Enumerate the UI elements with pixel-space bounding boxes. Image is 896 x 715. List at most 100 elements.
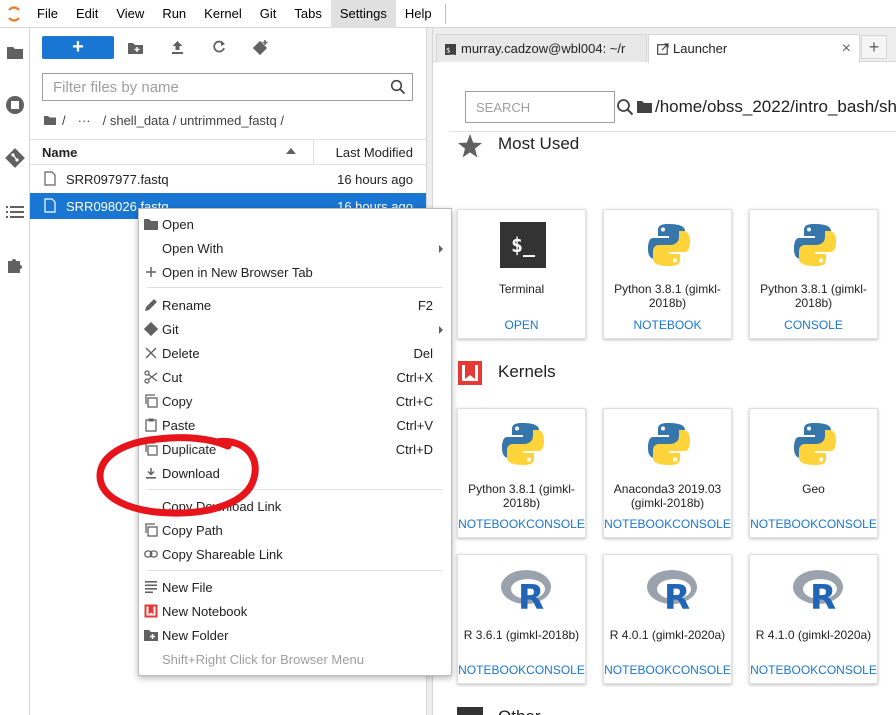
menu-item-open-new-tab[interactable]: Open in New Browser Tab — [139, 260, 451, 284]
launcher-card-kernel[interactable]: Python 3.8.1 (gimkl-2018b) NOTEBOOK CONS… — [457, 408, 586, 538]
menu-item-copy-shareable-link[interactable]: Copy Shareable Link — [139, 542, 451, 566]
name-column-header[interactable]: Name — [42, 145, 77, 160]
menu-item-copy-path[interactable]: Copy Path — [139, 518, 451, 542]
card-action-notebook[interactable]: NOTEBOOK — [750, 663, 818, 677]
menu-item-copy-download-link[interactable]: Copy Download Link — [139, 494, 451, 518]
card-action-notebook[interactable]: NOTEBOOK — [458, 517, 526, 531]
menu-kernel[interactable]: Kernel — [195, 0, 251, 28]
menu-item-cut[interactable]: Cut Ctrl+X — [139, 365, 451, 389]
launcher-search-box[interactable] — [465, 91, 615, 123]
git-clone-icon[interactable] — [252, 38, 270, 56]
card-action-console[interactable]: CONSOLE — [672, 517, 731, 531]
submenu-arrow-icon — [439, 245, 443, 253]
menu-edit[interactable]: Edit — [67, 0, 107, 28]
tab-terminal[interactable]: $_ murray.cadzow@wbl004: ~/r — [436, 34, 647, 62]
breadcrumb-path[interactable]: / shell_data / untrimmed_fastq / — [103, 113, 284, 128]
filter-files-input[interactable] — [51, 74, 381, 100]
menu-help[interactable]: Help — [396, 0, 441, 28]
filter-files-input-box[interactable] — [42, 73, 413, 101]
menu-item-open-with[interactable]: Open With — [139, 236, 451, 260]
sort-ascending-icon[interactable] — [286, 148, 296, 154]
running-icon[interactable] — [3, 93, 27, 117]
menu-item-rename[interactable]: Rename F2 — [139, 293, 451, 317]
column-divider[interactable] — [313, 140, 314, 165]
menu-item-open[interactable]: Open — [139, 212, 451, 236]
card-action-console[interactable]: CONSOLE — [750, 318, 877, 332]
refresh-icon[interactable] — [210, 38, 228, 56]
card-action-notebook[interactable]: NOTEBOOK — [604, 517, 672, 531]
launcher-search-input[interactable] — [474, 92, 614, 122]
card-label: Geo — [802, 482, 825, 496]
menu-item-new-notebook[interactable]: New Notebook — [139, 599, 451, 623]
main-area: $_ murray.cadzow@wbl004: ~/r Launcher × … — [433, 28, 896, 715]
menu-view[interactable]: View — [107, 0, 153, 28]
breadcrumb-ellipsis[interactable]: ··· — [78, 113, 91, 128]
menu-item-label: New Folder — [162, 628, 229, 643]
tab-label: Launcher — [673, 41, 728, 56]
menu-item-duplicate[interactable]: Duplicate Ctrl+D — [139, 437, 451, 461]
add-tab-button[interactable]: + — [861, 35, 887, 59]
terminal-tab-icon: $_ — [445, 43, 456, 58]
menu-git[interactable]: Git — [251, 0, 286, 28]
toc-icon[interactable] — [3, 200, 27, 224]
python-logo-icon — [500, 421, 546, 467]
menu-item-new-folder[interactable]: New Folder — [139, 623, 451, 647]
text-file-icon — [144, 580, 158, 594]
launcher-card-kernel[interactable]: R R 4.1.0 (gimkl-2020a) NOTEBOOK CONSOLE — [749, 554, 878, 684]
menu-item-paste[interactable]: Paste Ctrl+V — [139, 413, 451, 437]
link-icon — [144, 547, 158, 561]
folder-icon[interactable] — [3, 40, 27, 64]
launcher-card-kernel[interactable]: R R 3.6.1 (gimkl-2018b) NOTEBOOK CONSOLE — [457, 554, 586, 684]
card-action-open[interactable]: OPEN — [458, 318, 585, 332]
menu-item-copy[interactable]: Copy Ctrl+C — [139, 389, 451, 413]
menu-item-new-file[interactable]: New File — [139, 575, 451, 599]
extension-icon[interactable] — [3, 253, 27, 277]
last-modified-column-header[interactable]: Last Modified — [336, 145, 413, 160]
card-action-notebook[interactable]: NOTEBOOK — [458, 663, 526, 677]
file-modified: 16 hours ago — [337, 172, 413, 187]
menu-settings[interactable]: Settings — [330, 0, 396, 28]
launcher-card-python-notebook[interactable]: Python 3.8.1 (gimkl-2018b) NOTEBOOK — [603, 209, 732, 339]
r-logo-icon: R — [646, 567, 697, 618]
close-tab-icon[interactable]: × — [842, 40, 851, 58]
plus-icon — [144, 265, 158, 279]
card-action-console[interactable]: CONSOLE — [818, 517, 877, 531]
card-label: R 3.6.1 (gimkl-2018b) — [463, 628, 580, 642]
new-launcher-button[interactable]: + — [42, 36, 114, 59]
menu-item-shortcut: Ctrl+X — [396, 370, 433, 385]
menu-item-label: Copy Download Link — [162, 499, 282, 514]
card-action-console[interactable]: CONSOLE — [526, 517, 585, 531]
close-icon — [144, 346, 158, 360]
card-action-notebook[interactable]: NOTEBOOK — [750, 517, 818, 531]
card-action-console[interactable]: CONSOLE — [818, 663, 877, 677]
card-action-notebook[interactable]: NOTEBOOK — [604, 663, 672, 677]
launcher-card-kernel[interactable]: R R 4.0.1 (gimkl-2020a) NOTEBOOK CONSOLE — [603, 554, 732, 684]
card-action-console[interactable]: CONSOLE — [526, 663, 585, 677]
menu-divider — [444, 3, 446, 24]
launcher-card-kernel[interactable]: Geo NOTEBOOK CONSOLE — [749, 408, 878, 538]
pencil-icon — [144, 298, 158, 312]
launcher-card-terminal[interactable]: $_ Terminal OPEN — [457, 209, 586, 339]
menu-item-shortcut: Del — [413, 346, 433, 361]
launcher-card-kernel[interactable]: Anaconda3 2019.03 (gimkl-2018b) NOTEBOOK… — [603, 408, 732, 538]
breadcrumb-folder-icon[interactable] — [44, 113, 56, 128]
git-icon[interactable] — [3, 146, 27, 170]
file-icon — [44, 171, 56, 189]
menu-item-shortcut: Ctrl+D — [395, 442, 433, 457]
menu-file[interactable]: File — [28, 0, 67, 28]
file-row[interactable]: SRR097977.fastq 16 hours ago — [30, 166, 426, 192]
tab-launcher[interactable]: Launcher × — [648, 34, 860, 63]
launcher-card-python-console[interactable]: Python 3.8.1 (gimkl-2018b) CONSOLE — [749, 209, 878, 339]
upload-icon[interactable] — [168, 38, 186, 56]
new-folder-icon[interactable] — [126, 38, 144, 56]
card-action-notebook[interactable]: NOTEBOOK — [604, 318, 731, 332]
menu-item-delete[interactable]: Delete Del — [139, 341, 451, 365]
menu-tabs[interactable]: Tabs — [285, 0, 330, 28]
breadcrumb-root[interactable]: / — [62, 113, 66, 128]
folder-icon — [637, 100, 652, 116]
menu-item-git[interactable]: Git — [139, 317, 451, 341]
r-logo-text: R — [664, 578, 690, 613]
menu-run[interactable]: Run — [153, 0, 195, 28]
menu-item-download[interactable]: Download — [139, 461, 451, 485]
card-action-console[interactable]: CONSOLE — [672, 663, 731, 677]
